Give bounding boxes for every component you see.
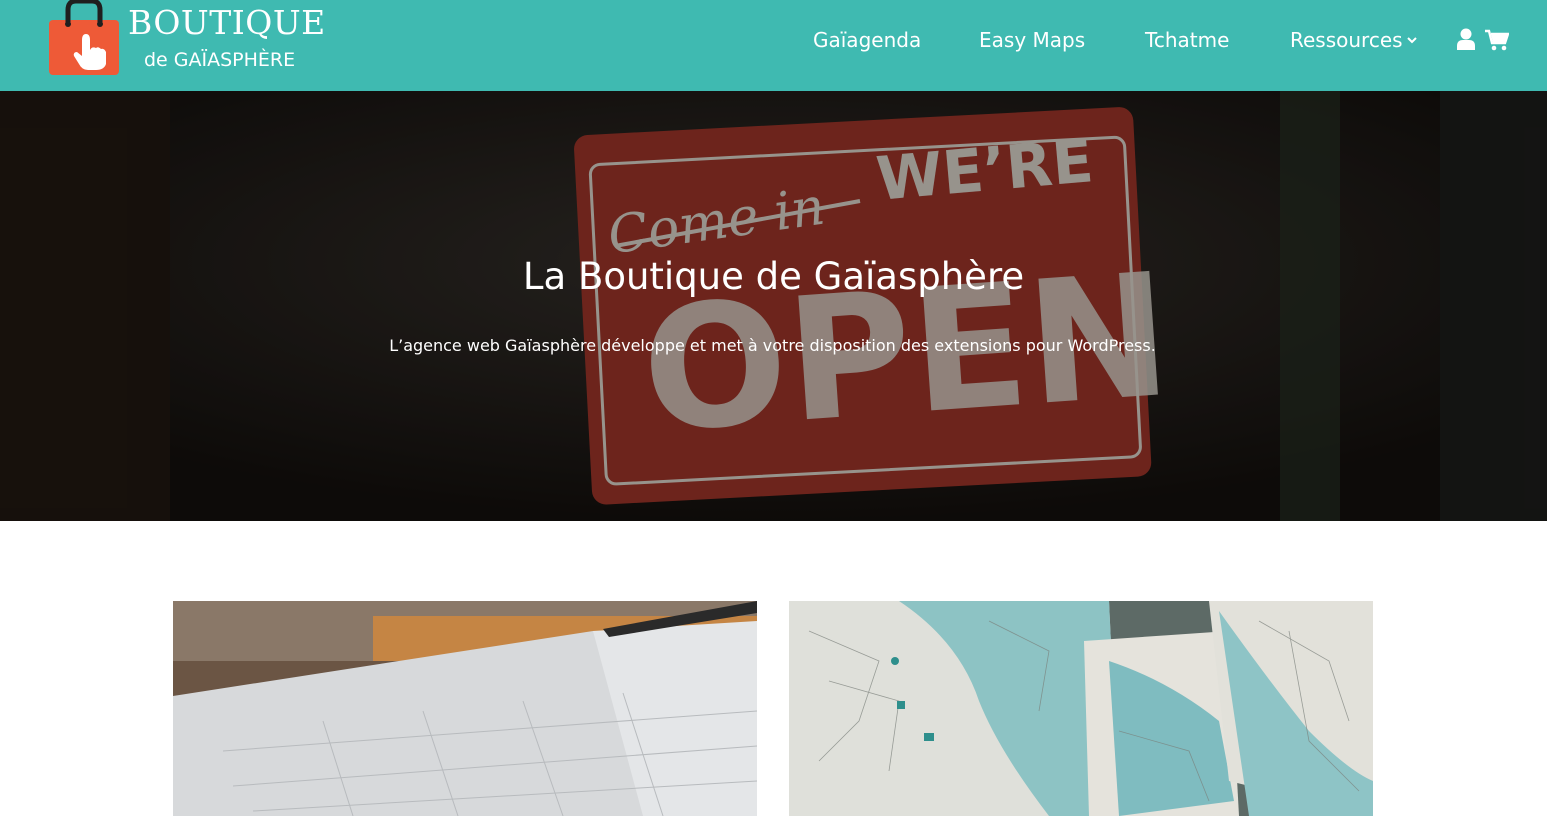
nav-item-ressources-label: Ressources [1290, 28, 1403, 52]
product-card-easy-maps[interactable] [789, 601, 1373, 816]
site-header: BOUTIQUE de GAÏASPHÈRE Gaïagenda Easy Ma… [0, 0, 1547, 91]
hero-overlay [0, 91, 1547, 521]
site-logo[interactable]: BOUTIQUE de GAÏASPHÈRE [46, 0, 326, 82]
nav-item-easy-maps[interactable]: Easy Maps [979, 26, 1085, 54]
hero-subtitle: L’agence web Gaïasphère développe et met… [389, 336, 1156, 355]
user-icon[interactable] [1457, 28, 1475, 50]
chevron-down-icon [1407, 37, 1417, 44]
nav-item-gaiagenda[interactable]: Gaïagenda [813, 26, 921, 54]
logo-title: BOUTIQUE [128, 3, 326, 42]
cart-icon[interactable] [1485, 29, 1509, 51]
shopping-bag-hand-icon [49, 0, 119, 75]
logo-subtitle: de GAÏASPHÈRE [144, 49, 296, 71]
maps-photo [789, 601, 1373, 816]
product-card-gaiagenda[interactable] [173, 601, 757, 816]
planner-calendar-photo [173, 601, 757, 816]
nav-item-tchatme[interactable]: Tchatme [1145, 26, 1229, 54]
hero-banner: Come in WE’RE OPEN La Boutique de Gaïasp… [0, 91, 1547, 521]
hero-title: La Boutique de Gaïasphère [522, 255, 1025, 298]
nav-item-ressources[interactable]: Ressources [1290, 26, 1403, 54]
